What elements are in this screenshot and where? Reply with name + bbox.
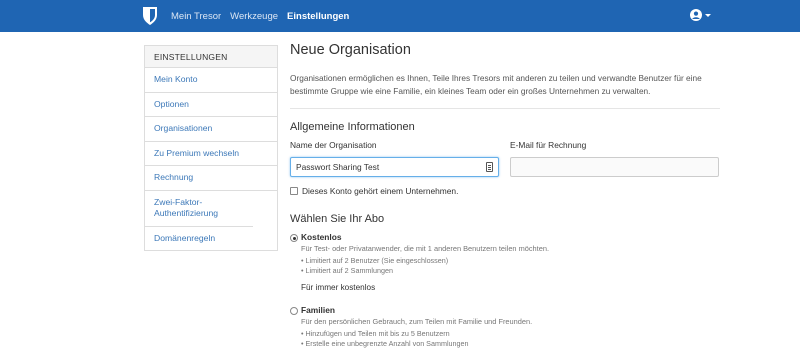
nav-link-tools[interactable]: Werkzeuge [230, 11, 278, 22]
plan-heading: Wählen Sie Ihr Abo [290, 213, 720, 225]
plan-families-description: Für den persönlichen Gebrauch, zum Teile… [301, 317, 720, 326]
chevron-down-icon [705, 14, 711, 17]
page-title: Neue Organisation [290, 42, 720, 58]
page-description: Organisationen ermöglichen es Ihnen, Tei… [290, 72, 720, 97]
main-content: Neue Organisation Organisationen ermögli… [290, 42, 720, 348]
org-name-value: Passwort Sharing Test [296, 162, 379, 172]
account-menu[interactable] [690, 9, 711, 21]
divider [290, 108, 720, 109]
sidebar-item-organizations[interactable]: Organisationen [145, 117, 277, 142]
plan-families-name: Familien [301, 305, 720, 315]
plan-free-feature: • Limitiert auf 2 Sammlungen [301, 266, 720, 276]
nav-link-settings[interactable]: Einstellungen [287, 11, 349, 22]
sidebar-item-billing[interactable]: Rechnung [145, 166, 277, 191]
org-name-input[interactable]: Passwort Sharing Test [290, 157, 499, 177]
password-manager-icon[interactable] [486, 162, 493, 172]
business-checkbox-label: Dieses Konto gehört einem Unternehmen. [302, 186, 458, 196]
plan-free-description: Für Test- oder Privatanwender, die mit 1… [301, 244, 720, 253]
sidebar-item-two-factor[interactable]: Zwei-Faktor-Authentifizierung [145, 191, 253, 227]
sidebar-item-options[interactable]: Optionen [145, 93, 277, 118]
nav-link-vault[interactable]: Mein Tresor [171, 11, 221, 22]
sidebar-heading: EINSTELLUNGEN [145, 46, 277, 68]
sidebar-item-domain-rules[interactable]: Domänenregeln [145, 227, 277, 251]
top-navbar: Mein Tresor Werkzeuge Einstellungen [0, 0, 800, 32]
general-info-heading: Allgemeine Informationen [290, 121, 720, 133]
plan-families-radio[interactable] [290, 307, 298, 315]
plan-families-feature: • Hinzufügen und Teilen mit bis zu 5 Ben… [301, 329, 720, 339]
sidebar-item-premium[interactable]: Zu Premium wechseln [145, 142, 277, 167]
plan-free-feature: • Limitiert auf 2 Benutzer (Sie eingesch… [301, 256, 720, 266]
plan-free-price: Für immer kostenlos [301, 283, 720, 292]
settings-sidebar: EINSTELLUNGEN Mein Konto Optionen Organi… [144, 45, 278, 251]
sidebar-item-my-account[interactable]: Mein Konto [145, 68, 277, 93]
plan-families[interactable]: Familien Für den persönlichen Gebrauch, … [290, 305, 720, 348]
plan-free[interactable]: Kostenlos Für Test- oder Privatanwender,… [290, 232, 720, 292]
business-checkbox[interactable] [290, 187, 298, 195]
user-account-icon [690, 9, 702, 21]
nav-links: Mein Tresor Werkzeuge Einstellungen [171, 0, 358, 32]
org-name-label: Name der Organisation [290, 140, 499, 150]
business-checkbox-row[interactable]: Dieses Konto gehört einem Unternehmen. [290, 186, 720, 196]
plan-free-radio[interactable] [290, 234, 298, 242]
shield-icon[interactable] [142, 6, 158, 26]
billing-email-input[interactable] [510, 157, 719, 177]
form-row: Name der Organisation Passwort Sharing T… [290, 140, 720, 177]
billing-email-label: E-Mail für Rechnung [510, 140, 719, 150]
plan-free-name: Kostenlos [301, 232, 720, 242]
